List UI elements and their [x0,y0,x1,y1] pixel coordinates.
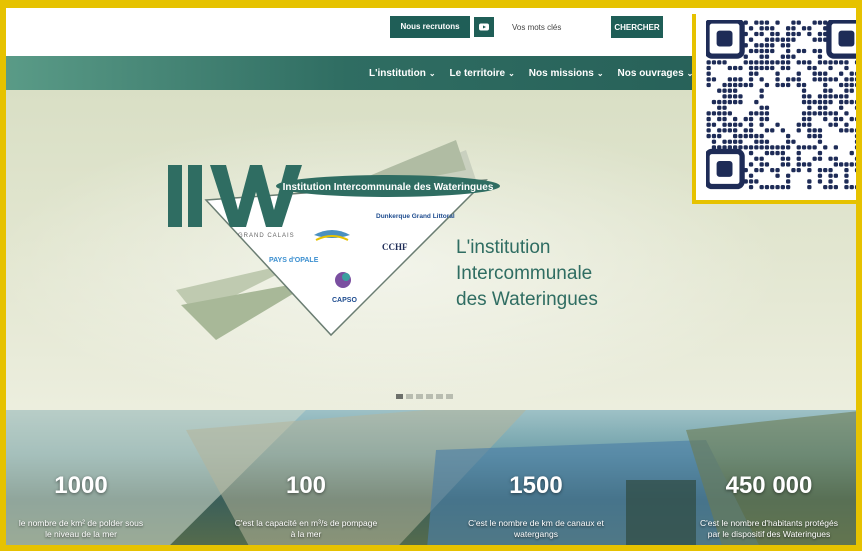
stat-pumping: 100 C'est la capacité en m³/s de pompage… [211,472,401,540]
nav-item-institution[interactable]: L'institution ⌄ [362,68,443,79]
youtube-button[interactable] [474,17,494,37]
youtube-icon [479,23,489,31]
stat-desc: C'est le nombre de km de canaux et waterg… [468,518,604,539]
hero-title-line: des Wateringues [456,289,598,310]
slider-dot[interactable] [446,394,453,399]
stat-number: 1000 [54,472,108,499]
slider-dot[interactable] [436,394,443,399]
hero-title-line: L'institution [456,237,551,258]
stat-number: 450 000 [725,472,813,499]
partner-grand-calais: GRAND CALAIS [238,233,295,239]
logo-banner-text: Institution Intercommunale des Wateringu… [283,182,494,193]
stat-number: 1500 [509,472,563,499]
stats-band: 1000 le nombre de km² de polder sous le n… [6,410,856,545]
recruit-button[interactable]: Nous recrutons [390,16,470,38]
slider-dot[interactable] [396,394,403,399]
slider-dot[interactable] [426,394,433,399]
nav-label: Nos ouvrages [617,67,684,79]
partner-dunkerque: Dunkerque Grand Littoral [376,213,455,220]
slider-dots [396,394,453,399]
stat-number: 100 [285,472,327,499]
qr-code-icon [706,20,856,190]
partner-cchf: CCHF [382,242,408,252]
nav-label: L'institution [369,67,426,79]
nav-item-ouvrages[interactable]: Nos ouvrages ⌄ [611,68,701,79]
page-frame: Nous recrutons CHERCHER L'institution⌄ L… [0,0,862,551]
stat-polder: 1000 le nombre de km² de polder sous le n… [6,472,156,540]
slider-dot[interactable] [406,394,413,399]
partner-capso: CAPSO [332,297,357,304]
stat-desc: le nombre de km² de polder sous le niveau… [18,518,144,539]
chevron-down-icon: ⌄ [428,68,436,78]
nav-label: Nos missions [528,67,594,79]
nav-item-missions[interactable]: Nos missions ⌄ [522,68,611,79]
search-button[interactable]: CHERCHER [611,16,663,38]
chevron-down-icon: ⌄ [596,68,604,78]
stat-canals: 1500 C'est le nombre de km de canaux et w… [446,472,626,540]
stat-desc: C'est la capacité en m³/s de pompage à la… [234,518,378,539]
chevron-down-icon: ⌄ [508,68,515,78]
stat-desc: C'est le nombre d'habitants protégés par … [700,518,838,539]
partner-pays-opale: PAYS d'OPALE [269,257,319,264]
hero-title: L'institution Intercommunale des Waterin… [456,235,716,313]
stat-inhabitants: 450 000 C'est le nombre d'habitants prot… [676,472,856,540]
nav-label: Le territoire [449,67,506,79]
qr-code[interactable] [692,14,856,204]
search-input[interactable] [506,16,610,38]
slider-dot[interactable] [416,394,423,399]
hero-title-line: Intercommunale [456,263,593,284]
nav-item-territoire[interactable]: Le territoire ⌄ [443,68,522,79]
